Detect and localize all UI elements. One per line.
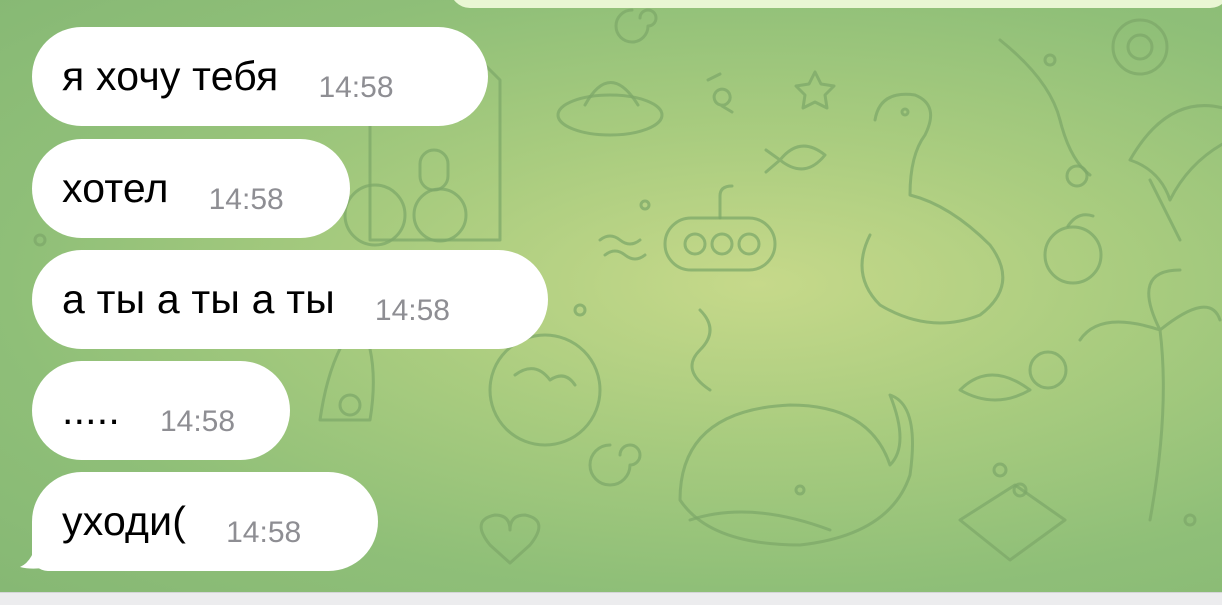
bubble-tail-icon [20, 535, 56, 569]
message-timestamp: 14:58 [208, 182, 284, 216]
message-text: уходи( [62, 498, 187, 544]
message-timestamp: 14:58 [318, 70, 394, 104]
message-timestamp: 14:58 [374, 293, 450, 327]
outgoing-message-bubble-partial[interactable] [450, 0, 1222, 8]
message-text: а ты а ты а ты [62, 276, 335, 322]
message-bubble[interactable]: а ты а ты а ты 14:58 [32, 250, 548, 349]
message-timestamp: 14:58 [159, 404, 236, 438]
message-timestamp: 14:58 [226, 515, 302, 549]
message-text: хотел [62, 165, 169, 211]
message-text: ..... [62, 387, 120, 433]
message-bubble[interactable]: я хочу тебя 14:58 [32, 27, 488, 126]
message-text: я хочу тебя [62, 53, 279, 99]
message-bubble[interactable]: уходи( 14:58 [32, 472, 378, 571]
message-bubble[interactable]: хотел 14:58 [32, 139, 350, 238]
input-bar-edge [0, 592, 1222, 605]
message-bubble[interactable]: ..... 14:58 [32, 361, 290, 460]
